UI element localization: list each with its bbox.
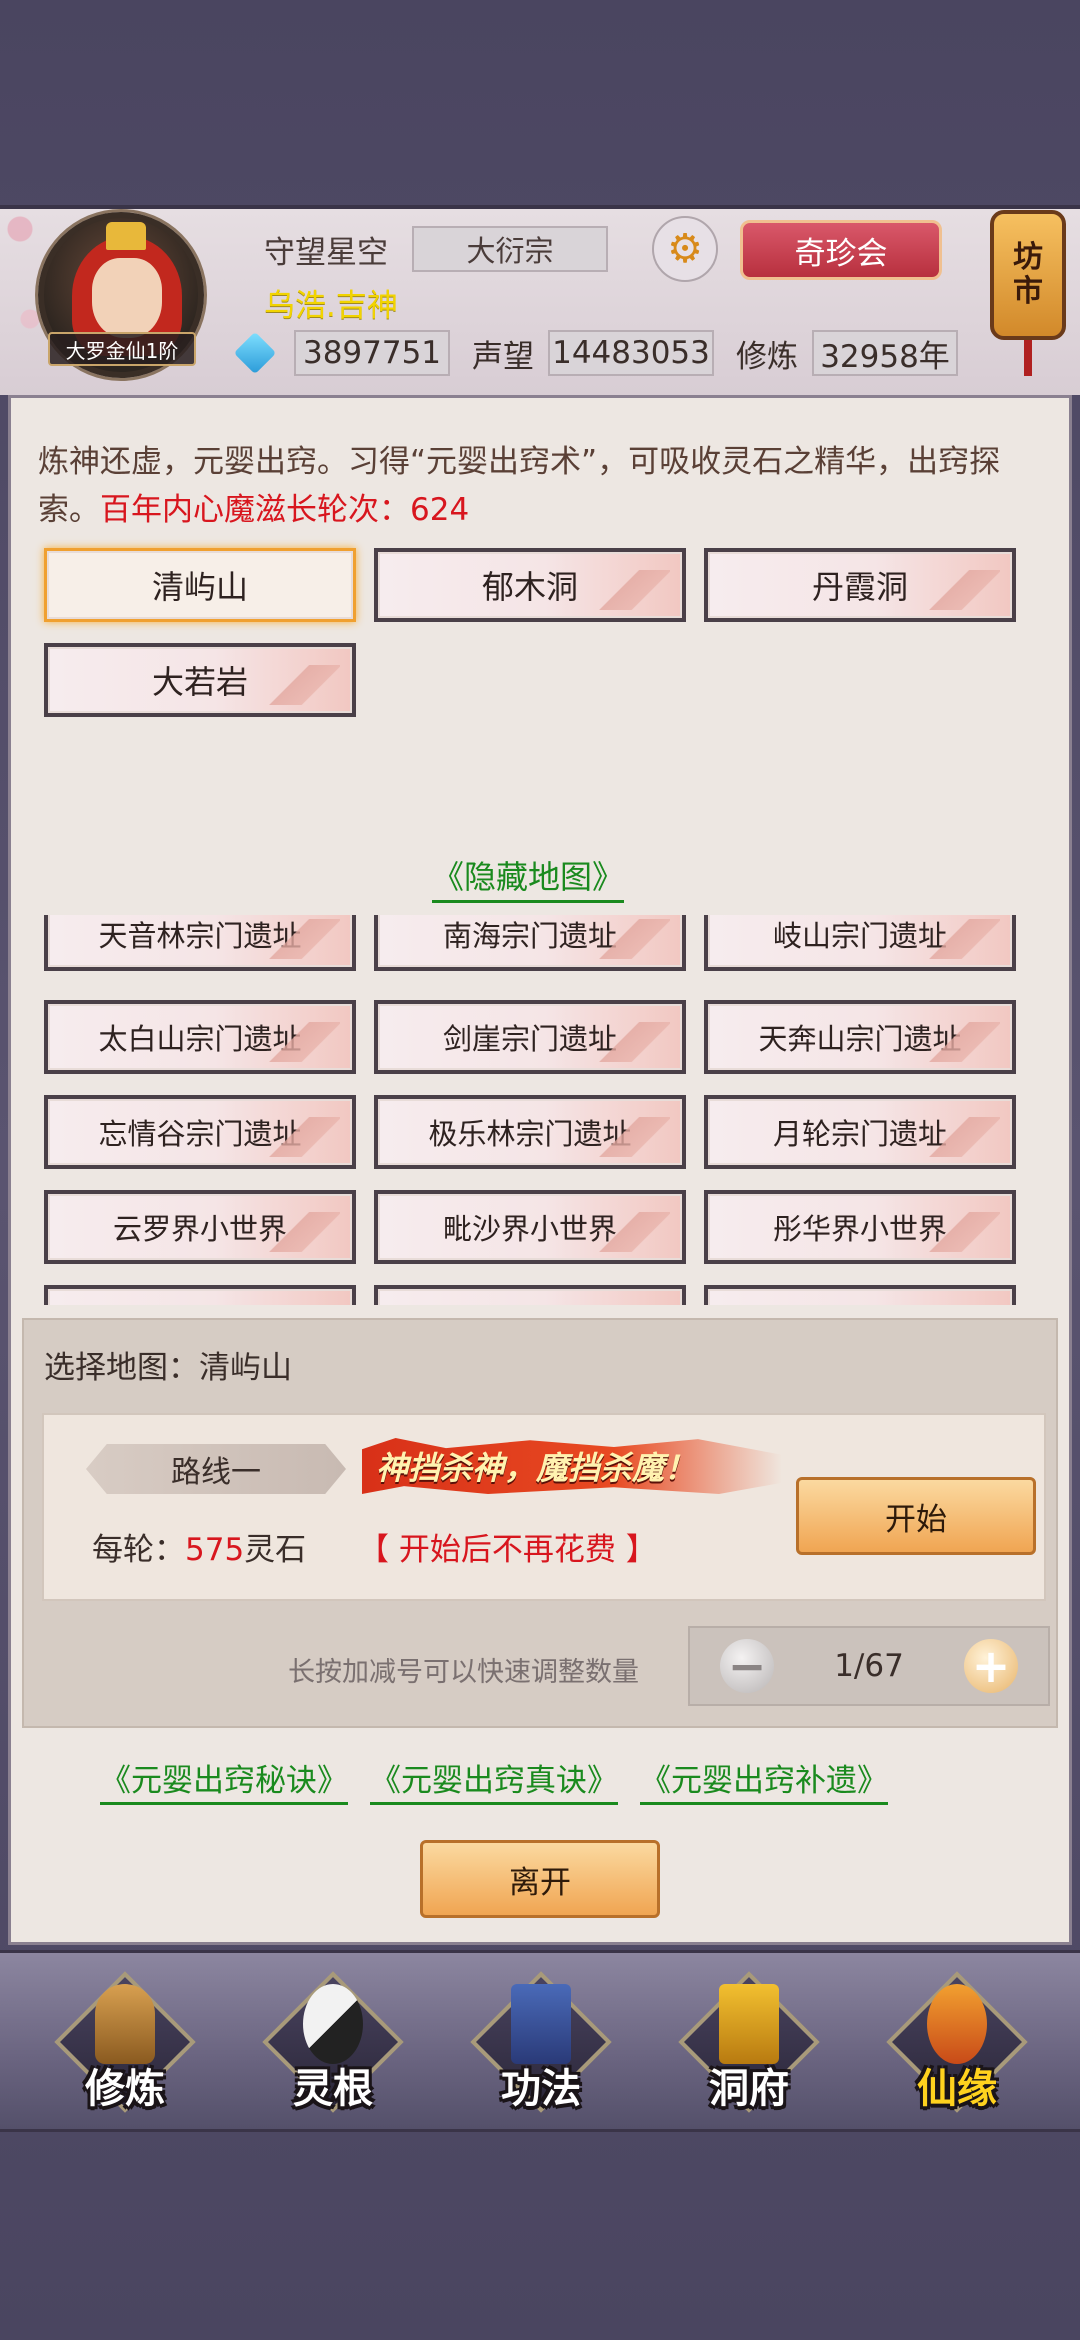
nav-label: 灵根	[293, 2066, 373, 2112]
cultivation-label: 修炼	[736, 338, 798, 375]
name-row: 守望星空 大衍宗	[264, 226, 608, 272]
nav-spirit-root[interactable]: 灵根	[258, 1971, 408, 2122]
map-button-daruoyan[interactable]: 大若岩	[44, 643, 356, 717]
gourd-icon	[927, 1984, 987, 2064]
cost-per-round: 每轮：575灵石	[92, 1524, 306, 1569]
lantern-tassel	[1024, 340, 1032, 376]
hidden-map-button[interactable]: 云罗界小世界	[44, 1190, 356, 1264]
guide-links: 《元婴出窍秘诀》 《元婴出窍真诀》 《元婴出窍补遗》	[100, 1755, 888, 1805]
hidden-map-button[interactable]: 彤华界小世界	[704, 1190, 1016, 1264]
minus-icon[interactable]: −	[720, 1639, 774, 1693]
map-button-label: 大若岩	[48, 647, 352, 713]
guide-link-supplement[interactable]: 《元婴出窍补遗》	[640, 1755, 888, 1805]
hidden-map-button[interactable]: 极乐林宗门遗址	[374, 1095, 686, 1169]
settings-gear-icon[interactable]: ⚙	[652, 216, 718, 282]
reputation-label: 声望	[472, 338, 534, 375]
hidden-map-button-partial[interactable]	[704, 1285, 1016, 1305]
nav-fortune[interactable]: 仙缘	[882, 1971, 1032, 2122]
map-button-label: 郁木洞	[378, 552, 682, 618]
book-icon	[511, 1984, 571, 2064]
hidden-map-label: 南海宗门遗址	[378, 915, 682, 967]
hidden-map-label: 月轮宗门遗址	[708, 1099, 1012, 1165]
cost-value: 575	[185, 1532, 245, 1568]
free-note: 【 开始后不再花费 】	[358, 1532, 657, 1568]
hidden-map-list[interactable]: 天音林宗门遗址 南海宗门遗址 岐山宗门遗址 太白山宗门遗址 剑崖宗门遗址 天奔山…	[38, 915, 1048, 1305]
hidden-map-button-partial[interactable]	[44, 1285, 356, 1305]
hidden-map-button[interactable]: 太白山宗门遗址	[44, 1000, 356, 1074]
hidden-map-label	[708, 1289, 1012, 1305]
intro-text: 炼神还虚，元婴出窍。习得“元婴出窍术”，可吸收灵石之精华，出窍探索。百年内心魔滋…	[38, 438, 1038, 534]
hidden-map-label: 剑崖宗门遗址	[378, 1004, 682, 1070]
hidden-map-label: 天音林宗门遗址	[48, 915, 352, 967]
hidden-map-button-partial[interactable]	[374, 1285, 686, 1305]
nav-label: 功法	[501, 2066, 581, 2112]
yin-yang-sword-icon	[303, 1984, 363, 2064]
hidden-map-label: 太白山宗门遗址	[48, 1004, 352, 1070]
reputation-value: 14483053	[548, 330, 714, 376]
hidden-map-button[interactable]: 天奔山宗门遗址	[704, 1000, 1016, 1074]
hidden-map-label: 彤华界小世界	[708, 1194, 1012, 1260]
quantity-stepper: − 1/67 +	[688, 1626, 1050, 1706]
map-button-danxiadong[interactable]: 丹霞洞	[704, 548, 1016, 622]
market-label-2: 市	[1013, 274, 1043, 309]
stepper-hint: 长按加减号可以快速调整数量	[288, 1657, 639, 1688]
hidden-map-label	[48, 1289, 352, 1305]
cost-prefix: 每轮：	[92, 1532, 185, 1568]
hidden-map-label	[378, 1289, 682, 1305]
hidden-map-label: 极乐林宗门遗址	[378, 1099, 682, 1165]
monk-icon	[95, 1984, 155, 2064]
nav-label: 仙缘	[917, 2066, 997, 2112]
nav-label: 修炼	[85, 2066, 165, 2112]
nav-label: 洞府	[709, 2066, 789, 2112]
hidden-map-button[interactable]: 剑崖宗门遗址	[374, 1000, 686, 1074]
hidden-map-label: 天奔山宗门遗址	[708, 1004, 1012, 1070]
hidden-map-label: 毗沙界小世界	[378, 1194, 682, 1260]
map-button-yumudong[interactable]: 郁木洞	[374, 548, 686, 622]
avatar-face	[92, 258, 162, 338]
stats-row: 3897751 声望 14483053 修炼 32958年	[233, 330, 958, 376]
player-name: 守望星空	[264, 234, 388, 271]
treasure-auction-button[interactable]: 奇珍会	[740, 220, 942, 280]
route-name[interactable]: 路线一	[86, 1444, 346, 1494]
leave-button[interactable]: 离开	[420, 1840, 660, 1918]
hidden-map-label: 云罗界小世界	[48, 1194, 352, 1260]
cultivation-value: 32958年	[812, 330, 958, 376]
hidden-map-label: 忘情谷宗门遗址	[48, 1099, 352, 1165]
market-label-1: 坊	[1013, 239, 1043, 275]
route-slogan: 神挡杀神，魔挡杀魔！	[362, 1438, 782, 1494]
start-button[interactable]: 开始	[796, 1477, 1036, 1555]
map-button-qingyushan[interactable]: 清屿山	[44, 548, 356, 622]
spirit-stone-count: 3897751	[294, 330, 450, 376]
hidden-map-button[interactable]: 忘情谷宗门遗址	[44, 1095, 356, 1169]
guide-link-secret[interactable]: 《元婴出窍秘诀》	[100, 1755, 348, 1805]
hidden-map-button[interactable]: 南海宗门遗址	[374, 915, 686, 971]
nav-cave-abode[interactable]: 洞府	[674, 1971, 824, 2122]
inner-demon-count: 百年内心魔滋长轮次：624	[100, 492, 470, 528]
spirit-stone-icon	[233, 331, 277, 375]
plus-icon[interactable]: +	[964, 1639, 1018, 1693]
nav-techniques[interactable]: 功法	[466, 1971, 616, 2122]
market-lantern-button[interactable]: 坊 市	[990, 210, 1066, 376]
player-title: 乌浩.吉神	[264, 288, 398, 324]
map-button-label: 清屿山	[47, 551, 353, 619]
nav-cultivate[interactable]: 修炼	[50, 1971, 200, 2122]
pagoda-icon	[719, 1984, 779, 2064]
hidden-map-link[interactable]: 《隐藏地图》	[432, 852, 625, 903]
selected-map-label: 选择地图：清屿山	[44, 1350, 292, 1386]
hidden-map-button[interactable]: 天音林宗门遗址	[44, 915, 356, 971]
sect-name: 大衍宗	[412, 226, 608, 272]
map-button-label: 丹霞洞	[708, 552, 1012, 618]
hidden-map-button[interactable]: 岐山宗门遗址	[704, 915, 1016, 971]
hidden-map-button[interactable]: 月轮宗门遗址	[704, 1095, 1016, 1169]
hidden-map-label: 岐山宗门遗址	[708, 915, 1012, 967]
cost-suffix: 灵石	[244, 1532, 307, 1568]
stepper-value: 1/67	[834, 1648, 904, 1684]
guide-link-true[interactable]: 《元婴出窍真诀》	[370, 1755, 618, 1805]
rank-label: 大罗金仙1阶	[48, 332, 196, 366]
hidden-map-button[interactable]: 毗沙界小世界	[374, 1190, 686, 1264]
avatar-crown	[106, 222, 146, 250]
